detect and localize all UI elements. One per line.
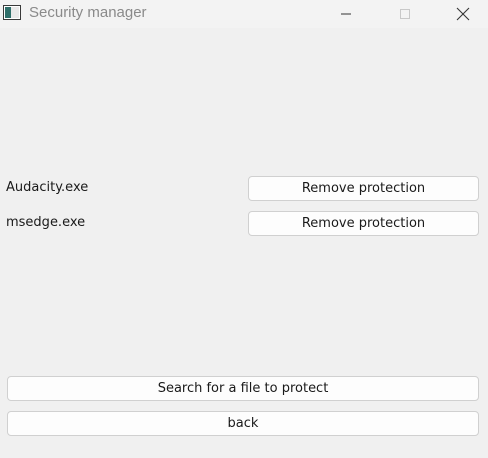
search-file-button[interactable]: Search for a file to protect bbox=[7, 376, 479, 401]
protected-file-name: Audacity.exe bbox=[6, 180, 89, 195]
close-icon bbox=[456, 7, 470, 21]
security-manager-window: Security manager Audacity.exe Remove pro… bbox=[0, 0, 488, 458]
protected-file-name: msedge.exe bbox=[6, 215, 86, 230]
app-icon bbox=[3, 5, 21, 20]
window-title: Security manager bbox=[29, 4, 147, 21]
maximize-button[interactable] bbox=[382, 0, 428, 28]
minimize-button[interactable] bbox=[323, 0, 369, 28]
maximize-icon bbox=[400, 9, 410, 19]
remove-protection-button[interactable]: Remove protection bbox=[248, 176, 479, 201]
remove-protection-button[interactable]: Remove protection bbox=[248, 211, 479, 236]
title-bar: Security manager bbox=[0, 0, 488, 28]
back-button[interactable]: back bbox=[7, 411, 479, 436]
minimize-icon bbox=[341, 13, 351, 15]
close-button[interactable] bbox=[440, 0, 486, 28]
